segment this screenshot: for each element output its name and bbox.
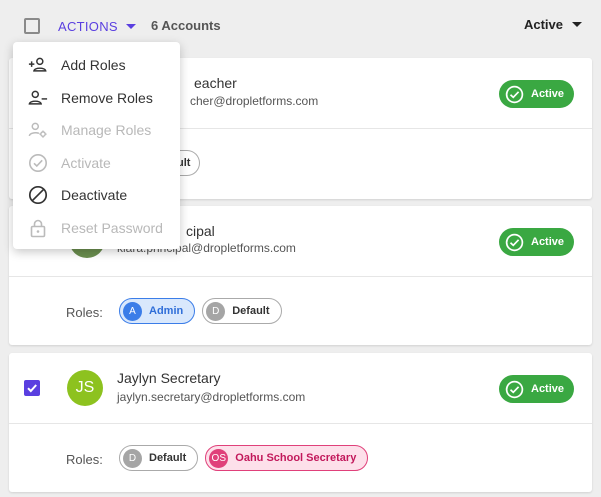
status-text: Active	[531, 236, 565, 248]
check-circle-icon	[505, 233, 524, 251]
menu-item-label: Manage Roles	[61, 122, 152, 139]
role-name: Admin	[149, 305, 184, 317]
role-chips: A Admin D Default	[119, 298, 282, 324]
account-name-fragment: eacher	[194, 75, 237, 91]
status-badge: Active	[499, 80, 574, 108]
menu-item-manage-roles[interactable]: Manage Roles	[13, 114, 180, 147]
remove-person-icon	[28, 88, 48, 108]
menu-item-label: Deactivate	[61, 187, 128, 204]
role-chip-default[interactable]: D Default	[202, 298, 282, 324]
manage-person-icon	[28, 120, 48, 140]
actions-button[interactable]: ACTIONS	[58, 17, 136, 35]
role-name: Oahu School Secretary	[235, 452, 357, 464]
actions-menu: Add Roles Remove Roles Manage Roles Acti…	[13, 42, 180, 249]
row-checkbox[interactable]	[24, 380, 40, 396]
menu-item-label: Reset Password	[61, 219, 163, 236]
role-initial: A	[123, 301, 142, 321]
role-chip-oahu-school-secretary[interactable]: OS Oahu School Secretary	[205, 445, 369, 471]
status-text: Active	[531, 383, 565, 395]
role-chips: D Default OS Oahu School Secretary	[119, 445, 369, 471]
chevron-down-icon	[572, 22, 582, 27]
check-circle-icon	[505, 85, 524, 103]
actions-label: ACTIONS	[58, 18, 118, 34]
role-name: Default	[232, 305, 270, 317]
chevron-down-icon	[125, 23, 136, 29]
role-initial: D	[206, 301, 226, 321]
role-name: Default	[149, 452, 187, 464]
account-email: jaylyn.secretary@dropletforms.com	[117, 390, 306, 404]
menu-item-label: Remove Roles	[61, 89, 153, 106]
menu-item-remove-roles[interactable]: Remove Roles	[13, 82, 180, 115]
roles-label: Roles:	[66, 452, 103, 467]
account-email-fragment: cher@dropletforms.com	[190, 94, 319, 108]
account-count: 6 Accounts	[151, 18, 221, 33]
role-initial: D	[123, 448, 142, 468]
select-all-checkbox[interactable]	[24, 18, 40, 34]
menu-item-reset-password[interactable]: Reset Password	[13, 212, 180, 245]
role-initial: OS	[209, 448, 229, 468]
menu-item-add-roles[interactable]: Add Roles	[13, 49, 180, 82]
roles-row: Roles: A Admin D Default	[9, 277, 592, 347]
check-icon	[27, 384, 37, 393]
roles-row: Roles: D Default OS Oahu School Secretar…	[9, 424, 592, 494]
status-badge: Active	[499, 228, 574, 256]
status-badge: Active	[499, 375, 574, 403]
account-name: Jaylyn Secretary	[117, 370, 221, 386]
check-circle-icon	[505, 380, 524, 398]
menu-item-label: Activate	[61, 154, 111, 171]
menu-item-deactivate[interactable]: Deactivate	[13, 179, 180, 212]
check-circle-icon	[28, 153, 48, 173]
account-name-fragment: cipal	[186, 223, 215, 239]
account-header[interactable]: JS Jaylyn Secretary jaylyn.secretary@dro…	[9, 353, 592, 424]
roles-label: Roles:	[66, 305, 103, 320]
block-icon	[28, 185, 48, 205]
status-filter-dropdown[interactable]: Active	[524, 17, 582, 32]
avatar: JS	[67, 370, 103, 406]
role-chip-default[interactable]: D Default	[119, 445, 199, 471]
status-text: Active	[531, 88, 565, 100]
menu-item-label: Add Roles	[61, 57, 126, 74]
avatar-initials: JS	[75, 379, 95, 396]
add-person-icon	[28, 55, 48, 75]
role-chip-admin[interactable]: A Admin	[119, 298, 196, 324]
account-card: JS Jaylyn Secretary jaylyn.secretary@dro…	[9, 353, 592, 492]
status-filter-value: Active	[523, 17, 563, 32]
menu-item-activate[interactable]: Activate	[13, 147, 180, 180]
lock-icon	[28, 218, 48, 238]
